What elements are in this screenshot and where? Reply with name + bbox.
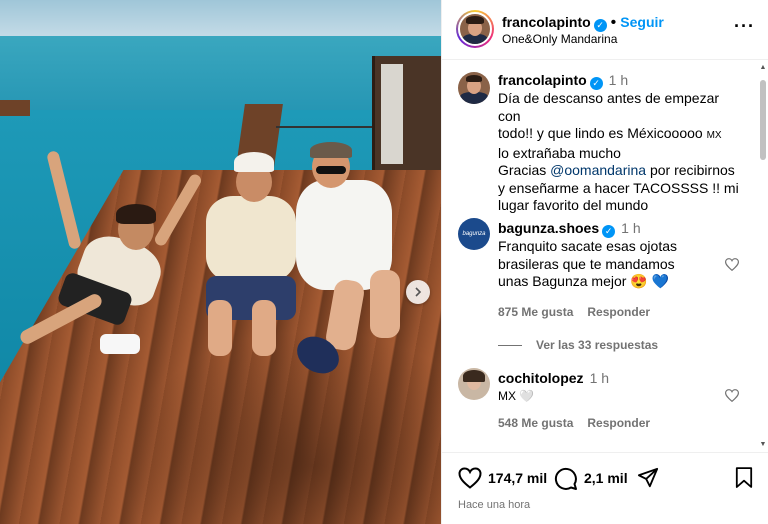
next-photo-button[interactable] bbox=[406, 280, 430, 304]
photo-cabana bbox=[372, 56, 441, 176]
scroll-down-icon[interactable]: ▼ bbox=[759, 441, 767, 448]
save-icon[interactable] bbox=[735, 467, 753, 489]
post-location[interactable]: One&Only Mandarina bbox=[502, 32, 617, 46]
caption-line: Día de descanso antes de empezar con bbox=[498, 90, 720, 124]
comment-line: Franquito sacate esas ojotas bbox=[498, 238, 677, 255]
verified-icon: ✓ bbox=[589, 77, 603, 91]
post-panel: francolapinto ✓ • Seguir One&Only Mandarina… bbox=[441, 0, 768, 524]
verified-icon: ✓ bbox=[593, 19, 607, 32]
comment-likes[interactable]: 875 Me gusta bbox=[498, 305, 573, 319]
comments-scrollbar[interactable]: ▲ ▼ bbox=[759, 64, 767, 448]
author-line: francolapinto ✓ • Seguir bbox=[502, 14, 664, 32]
comments-list: francolapinto ✓ 1 h Día de descanso antes … bbox=[442, 60, 768, 452]
caption-text: francolapinto ✓ 1 h Día de descanso antes … bbox=[498, 72, 743, 215]
comment-avatar[interactable]: bagunza bbox=[458, 218, 490, 250]
comment-likes[interactable]: 548 Me gusta bbox=[498, 416, 573, 430]
photo-sky bbox=[0, 0, 441, 40]
comment-time[interactable]: 1 h bbox=[621, 220, 640, 236]
mention-link[interactable]: @oomandarina bbox=[550, 162, 646, 178]
person-2-cap bbox=[234, 152, 274, 172]
scroll-up-icon[interactable]: ▲ bbox=[759, 64, 767, 71]
reply-button[interactable]: Responder bbox=[587, 305, 650, 319]
person-2-body bbox=[206, 196, 296, 282]
person-1-hair bbox=[116, 204, 156, 224]
comment-like-icon[interactable] bbox=[724, 389, 740, 405]
posted-time[interactable]: Hace una hora bbox=[458, 499, 530, 511]
caption-line: lugar favorito del mundo bbox=[498, 197, 649, 214]
caption-line: Gracias bbox=[498, 162, 551, 179]
author-avatar[interactable] bbox=[456, 10, 494, 48]
comment-emoji: 😍 💙 bbox=[630, 273, 670, 290]
reply-button[interactable]: Responder bbox=[587, 416, 650, 430]
caption-line: y enseñarme a hacer TACOSSSS !! mi bbox=[498, 179, 739, 196]
comment-text: cochitolopez 1 h MX 🤍 bbox=[498, 370, 743, 405]
follow-button[interactable]: Seguir bbox=[620, 14, 664, 30]
caption-line: lo extrañaba mucho bbox=[498, 144, 621, 161]
person-2-leg bbox=[252, 300, 276, 356]
separator-dot: • bbox=[610, 14, 617, 31]
post-actions: 174,7 mil 2,1 mil Hace una hora bbox=[442, 452, 768, 524]
view-replies-button[interactable]: Ver las 33 respuestas bbox=[498, 338, 658, 352]
comment-time[interactable]: 1 h bbox=[590, 370, 609, 386]
comment-icon[interactable] bbox=[554, 467, 578, 491]
comment-username[interactable]: bagunza.shoes bbox=[498, 220, 599, 236]
comment-username[interactable]: cochitolopez bbox=[498, 370, 584, 386]
caption-avatar[interactable] bbox=[458, 72, 490, 104]
comment-meta: 548 Me gusta Responder bbox=[498, 416, 664, 430]
caption-username[interactable]: francolapinto bbox=[498, 72, 587, 88]
comments-count[interactable]: 2,1 mil bbox=[584, 470, 628, 486]
photo-pier-left bbox=[0, 100, 30, 116]
post-header: francolapinto ✓ • Seguir One&Only Mandarina… bbox=[442, 0, 768, 60]
person-3-hair bbox=[310, 142, 352, 158]
mexico-flag: MX bbox=[706, 130, 722, 142]
view-replies-label: Ver las 33 respuestas bbox=[536, 338, 659, 352]
share-icon[interactable] bbox=[637, 467, 659, 489]
author-username[interactable]: francolapinto bbox=[502, 14, 591, 30]
heart-icon[interactable] bbox=[458, 467, 482, 489]
comment-text: bagunza.shoes ✓ 1 h Franquito sacate esas … bbox=[498, 220, 743, 291]
more-icon[interactable]: ··· bbox=[734, 16, 755, 37]
avatar-logo-text: bagunza bbox=[462, 231, 486, 237]
post-photo[interactable] bbox=[0, 0, 441, 524]
photo-rail bbox=[276, 126, 376, 128]
comment-meta: 875 Me gusta Responder bbox=[498, 305, 664, 319]
person-2-leg bbox=[208, 300, 232, 356]
caption-time[interactable]: 1 h bbox=[609, 72, 628, 88]
comment-line: brasileras que te mandamos bbox=[498, 255, 675, 272]
scrollbar-thumb[interactable] bbox=[760, 80, 766, 160]
comment-like-icon[interactable] bbox=[724, 258, 740, 274]
person-3-leg bbox=[370, 270, 400, 338]
likes-count[interactable]: 174,7 mil bbox=[488, 470, 547, 486]
person-3-sunglasses bbox=[316, 166, 346, 174]
replies-line bbox=[498, 344, 522, 346]
caption-line: por recibirnos bbox=[646, 162, 735, 179]
comment-line: MX 🤍 bbox=[498, 388, 535, 403]
next-arrow-icon bbox=[415, 287, 422, 297]
caption-line: todo!! y que lindo es Méxicooooo bbox=[498, 125, 703, 142]
comment-line: unas Bagunza mejor bbox=[498, 273, 627, 290]
verified-icon: ✓ bbox=[602, 225, 616, 239]
photo-shade bbox=[120, 330, 441, 524]
comment-avatar[interactable] bbox=[458, 368, 490, 400]
flip-flop bbox=[100, 334, 140, 354]
